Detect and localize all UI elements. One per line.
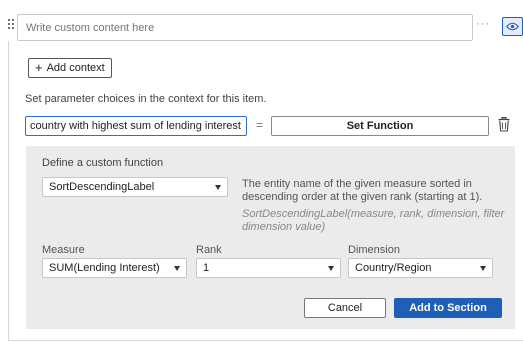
equals-sign: =	[256, 118, 264, 132]
chevron-down-icon	[174, 266, 180, 271]
measure-label: Measure	[42, 244, 85, 256]
chevron-down-icon	[480, 266, 486, 271]
parameter-input[interactable]	[25, 116, 247, 136]
rank-select[interactable]: 1	[196, 258, 341, 278]
trash-icon[interactable]	[498, 117, 510, 133]
context-instruction: Set parameter choices in the context for…	[25, 93, 267, 105]
function-select[interactable]: SortDescendingLabel	[42, 177, 228, 197]
function-description: The entity name of the given measure sor…	[242, 178, 483, 203]
set-function-button[interactable]: Set Function	[271, 116, 489, 136]
measure-select-value: SUM(Lending Interest)	[49, 262, 160, 274]
function-select-value: SortDescendingLabel	[49, 181, 155, 193]
add-context-label: Add context	[46, 62, 105, 74]
cancel-button[interactable]: Cancel	[304, 298, 386, 318]
more-horizontal-icon[interactable]: ···	[476, 19, 490, 30]
chevron-down-icon	[328, 266, 334, 271]
custom-content-input[interactable]	[17, 14, 473, 41]
measure-select[interactable]: SUM(Lending Interest)	[42, 258, 187, 278]
add-to-section-button[interactable]: Add to Section	[394, 298, 502, 318]
chevron-down-icon	[215, 185, 221, 190]
rank-select-value: 1	[203, 262, 210, 274]
preview-toggle-button[interactable]	[502, 17, 523, 36]
eye-icon	[506, 22, 519, 31]
custom-function-title: Define a custom function	[42, 157, 164, 169]
drag-handle-icon[interactable]	[8, 19, 16, 33]
function-signature: SortDescendingLabel(measure, rank, dimen…	[242, 208, 505, 233]
add-context-button[interactable]: + Add context	[28, 58, 112, 78]
rank-label: Rank	[196, 244, 222, 256]
dimension-select-value: Country/Region	[355, 262, 432, 274]
plus-icon: +	[35, 60, 43, 75]
dimension-select[interactable]: Country/Region	[348, 258, 493, 278]
dimension-label: Dimension	[348, 244, 400, 256]
